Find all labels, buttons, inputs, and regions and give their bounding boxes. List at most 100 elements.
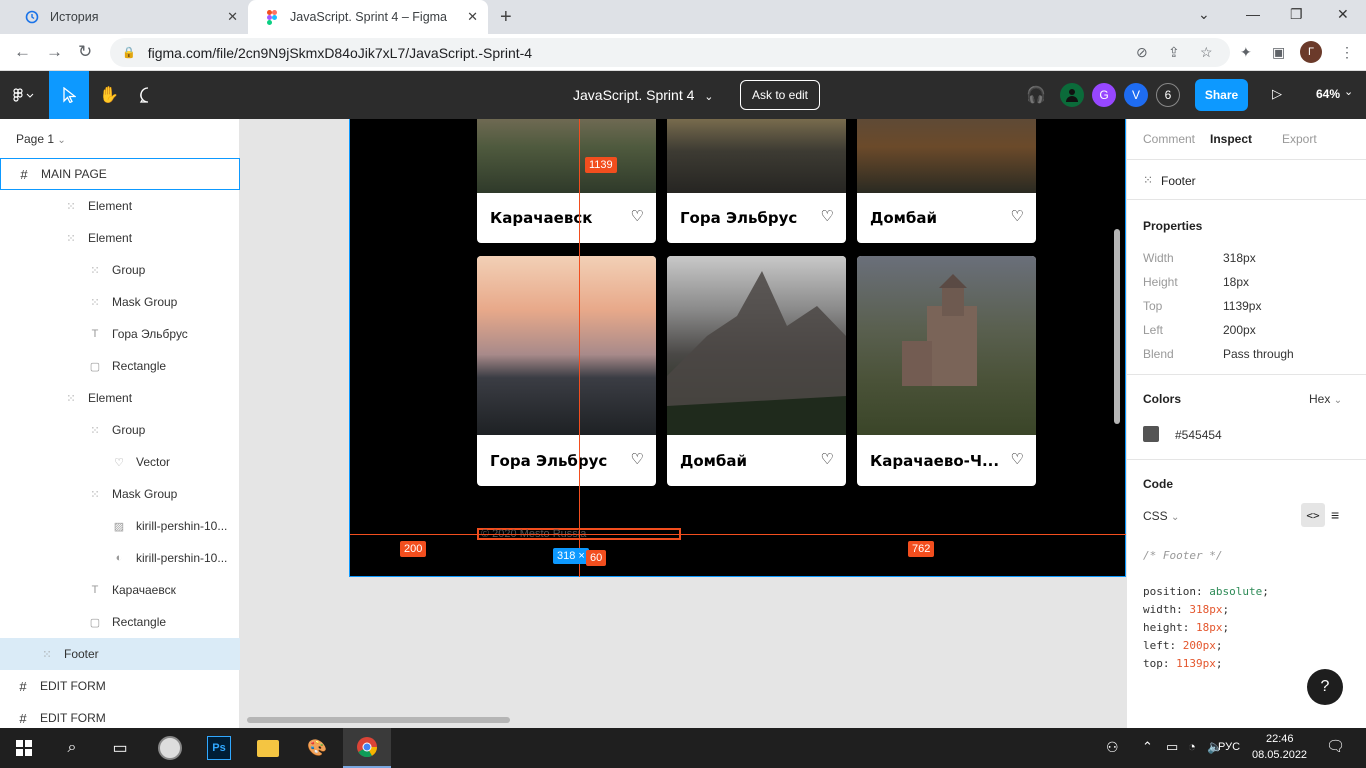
extensions-icon[interactable]: ✦ [1240, 44, 1252, 61]
heart-like-icon[interactable]: ♡ [631, 207, 644, 225]
back-icon[interactable]: ← [14, 42, 31, 62]
vertical-scrollbar[interactable] [1114, 229, 1120, 424]
close-tab-icon[interactable]: ✕ [227, 9, 238, 25]
layer-row[interactable]: ▢ Rectangle [0, 606, 240, 638]
heart-like-icon[interactable]: ♡ [1011, 450, 1024, 468]
place-card[interactable]: Гора Эльбрус ♡ [477, 256, 656, 486]
search-icon[interactable]: ⌕ [48, 728, 96, 768]
more-users-count[interactable]: 6 [1156, 83, 1180, 107]
code-view-icon[interactable]: <> [1301, 503, 1325, 527]
layer-row[interactable]: T Карачаевск [0, 574, 240, 606]
layer-row[interactable]: ⁙ Element [0, 190, 240, 222]
property-value[interactable]: 318px [1223, 251, 1256, 265]
color-hex-value[interactable]: #545454 [1175, 428, 1222, 442]
layer-row[interactable]: ⁙ Element [0, 222, 240, 254]
input-language[interactable]: РУС [1218, 741, 1240, 753]
layer-row[interactable]: ◐ kirill-pershin-10... [0, 542, 240, 574]
color-format-select[interactable]: Hex ⌄ [1309, 392, 1342, 406]
close-window-icon[interactable]: ✕ [1337, 6, 1349, 23]
tab-inspect[interactable]: Inspect [1210, 132, 1252, 146]
property-value[interactable]: 200px [1223, 323, 1256, 337]
present-play-icon[interactable]: ▷ [1272, 86, 1282, 102]
zoom-chevron-icon[interactable]: ⌄ [1344, 85, 1353, 98]
hand-tool-icon[interactable]: ✋ [89, 71, 129, 119]
place-card[interactable]: Карачаево-Ч... ♡ [857, 256, 1036, 486]
chrome-icon[interactable] [343, 728, 391, 768]
list-view-icon[interactable]: ≡ [1331, 507, 1339, 523]
layer-row[interactable]: ⁙ Element [0, 382, 240, 414]
new-tab-icon[interactable]: + [500, 6, 512, 29]
close-tab-icon[interactable]: ✕ [467, 9, 478, 25]
property-value[interactable]: Pass through [1223, 347, 1294, 361]
clock-time[interactable]: 22:46 [1266, 733, 1294, 745]
comment-tool-icon[interactable] [128, 71, 168, 119]
layer-row[interactable]: T Гора Эльбрус [0, 318, 240, 350]
file-title[interactable]: JavaScript. Sprint 4 ⌄ [573, 87, 714, 103]
layer-row[interactable]: # MAIN PAGE [0, 158, 240, 190]
side-panel-icon[interactable]: ▣ [1272, 44, 1285, 61]
tab-search-chevron-icon[interactable]: ⌄ [1198, 6, 1210, 23]
avatar[interactable]: G [1092, 83, 1116, 107]
canvas[interactable]: Карачаевск ♡ Гора Эльбрус ♡ Домбай ♡ Гор… [240, 119, 1126, 728]
url-input[interactable]: 🔒 figma.com/file/2cn9N9jSkmxD84oJik7xL7/… [110, 38, 1230, 67]
forward-icon[interactable]: → [46, 42, 63, 62]
network-icon[interactable]: ◔ [1188, 739, 1196, 754]
layer-row[interactable]: ⁙ Group [0, 414, 240, 446]
heart-like-icon[interactable]: ♡ [631, 450, 644, 468]
layer-row[interactable]: ⁙ Mask Group [0, 286, 240, 318]
tab-figma[interactable]: JavaScript. Sprint 4 – Figma ✕ [248, 0, 488, 34]
color-swatch[interactable] [1143, 426, 1159, 442]
tray-chevron-up-icon[interactable]: ⌃ [1142, 739, 1153, 755]
photoshop-icon[interactable]: Ps [195, 728, 243, 768]
heart-like-icon[interactable]: ♡ [821, 207, 834, 225]
profile-avatar[interactable]: Г [1300, 41, 1322, 63]
maximize-icon[interactable]: ❐ [1290, 6, 1303, 23]
property-value[interactable]: 1139px [1223, 299, 1261, 313]
tab-comment[interactable]: Comment [1143, 132, 1195, 146]
layer-row[interactable]: # EDIT FORM [0, 670, 240, 702]
layer-row[interactable]: ⁙ Footer [0, 638, 240, 670]
browser-app-icon[interactable] [146, 728, 194, 768]
file-explorer-icon[interactable] [244, 728, 292, 768]
main-page-frame[interactable]: Карачаевск ♡ Гора Эльбрус ♡ Домбай ♡ Гор… [349, 119, 1126, 577]
audio-headphones-icon[interactable]: 🎧 [1026, 85, 1046, 105]
place-card[interactable]: Домбай ♡ [667, 256, 846, 486]
people-icon[interactable]: ⚇ [1106, 739, 1119, 756]
layer-row[interactable]: ♡ Vector [0, 446, 240, 478]
move-tool-icon[interactable] [49, 71, 89, 119]
layer-row[interactable]: ⁙ Mask Group [0, 478, 240, 510]
help-button[interactable]: ? [1307, 669, 1343, 705]
place-card[interactable]: Карачаевск ♡ [477, 119, 656, 243]
zoom-level[interactable]: 64% [1316, 87, 1340, 101]
code-language-select[interactable]: CSS ⌄ [1143, 509, 1179, 523]
tab-history[interactable]: История ✕ [8, 0, 248, 34]
horizontal-scrollbar[interactable] [247, 717, 510, 723]
layer-row[interactable]: ▢ Rectangle [0, 350, 240, 382]
layer-row[interactable]: ▨ kirill-pershin-10... [0, 510, 240, 542]
minimize-icon[interactable]: — [1246, 6, 1260, 22]
place-card[interactable]: Домбай ♡ [857, 119, 1036, 243]
share-page-icon[interactable]: ⇪ [1168, 44, 1180, 61]
task-view-icon[interactable]: ▭ [96, 728, 144, 768]
property-value[interactable]: 18px [1223, 275, 1249, 289]
reload-icon[interactable]: ↻ [78, 42, 92, 62]
clock-date[interactable]: 08.05.2022 [1252, 749, 1307, 761]
notifications-icon[interactable]: 🗨 [1326, 737, 1345, 755]
tab-export[interactable]: Export [1282, 132, 1317, 146]
heart-like-icon[interactable]: ♡ [1011, 207, 1024, 225]
ask-to-edit-button[interactable]: Ask to edit [740, 80, 820, 110]
page-selector[interactable]: Page 1 ⌄ [16, 132, 66, 146]
avatar[interactable] [1060, 83, 1084, 107]
bookmark-star-icon[interactable]: ☆ [1200, 44, 1213, 61]
place-card[interactable]: Гора Эльбрус ♡ [667, 119, 846, 243]
eye-off-icon[interactable]: ⊘ [1136, 44, 1148, 61]
browser-menu-icon[interactable]: ⋮ [1340, 44, 1354, 61]
paint-app-icon[interactable]: 🎨 [293, 728, 341, 768]
avatar[interactable]: V [1124, 83, 1148, 107]
windows-start-icon[interactable] [0, 728, 48, 768]
heart-like-icon[interactable]: ♡ [821, 450, 834, 468]
layer-row[interactable]: ⁙ Group [0, 254, 240, 286]
figma-menu-icon[interactable] [4, 71, 44, 119]
share-button[interactable]: Share [1195, 79, 1248, 111]
battery-icon[interactable]: ▭ [1166, 739, 1178, 755]
